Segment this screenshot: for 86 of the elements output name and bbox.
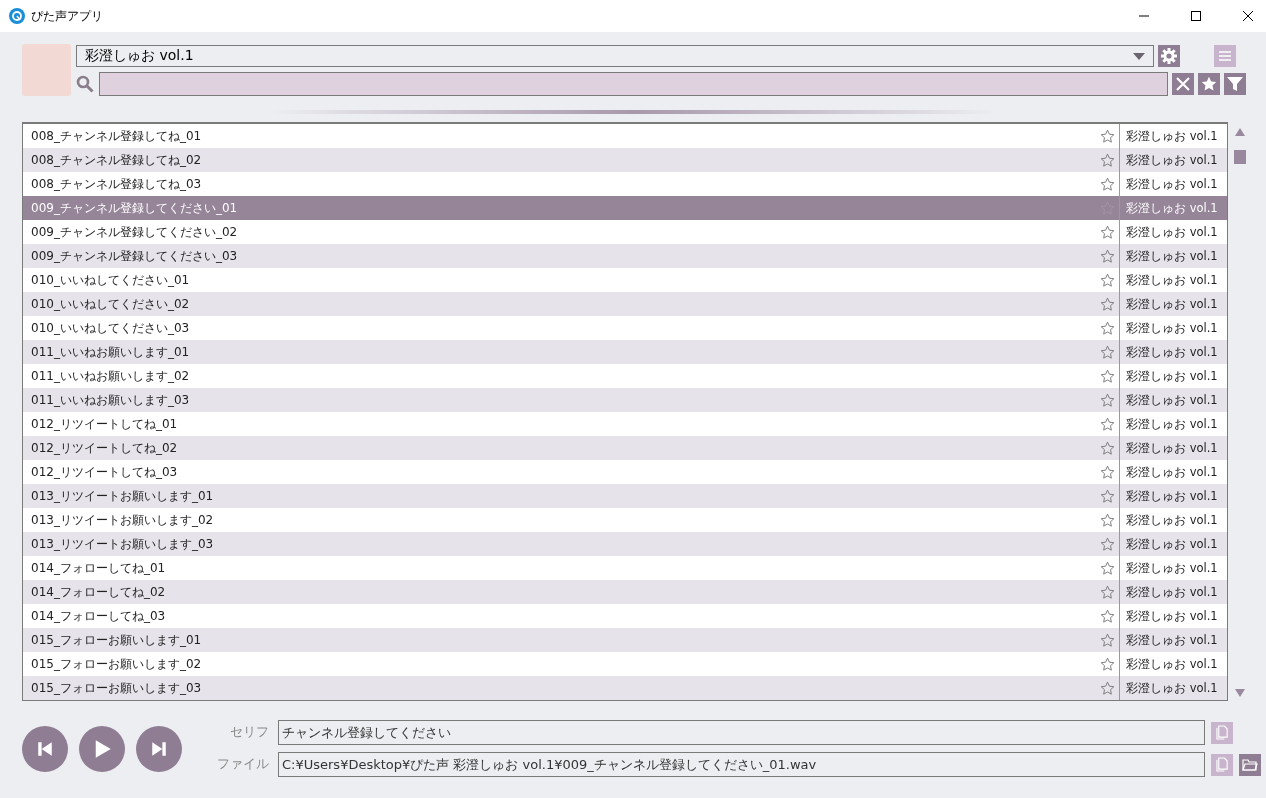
row-name: 009_チャンネル登録してください_01 <box>30 199 239 217</box>
star-icon[interactable] <box>1100 536 1115 552</box>
list-row[interactable]: 013_リツイートお願いします_03 彩澄しゅお vol.1 <box>23 532 1227 556</box>
next-button[interactable] <box>136 725 182 772</box>
star-icon[interactable] <box>1100 128 1115 144</box>
text-field[interactable]: C:¥Users¥Desktop¥ぴた声 彩澄しゅお vol.1¥009_チャンネル登録してください_01.wav <box>278 752 1205 777</box>
star-icon[interactable] <box>1100 440 1115 456</box>
settings-button[interactable] <box>1158 45 1180 67</box>
scroll-up-icon[interactable] <box>1235 128 1245 136</box>
maximize-icon[interactable] <box>1190 10 1202 22</box>
row-name: 009_チャンネル登録してください_03 <box>30 247 239 265</box>
row-name: 013_リツイートお願いします_01 <box>30 487 215 505</box>
row-name: 011_いいねお願いします_02 <box>30 367 191 385</box>
caret-icon <box>1133 52 1145 60</box>
row-name: 009_チャンネル登録してください_02 <box>30 223 239 241</box>
row-name: 015_フォローお願いします_01 <box>30 631 203 649</box>
folder-button[interactable] <box>1239 753 1261 776</box>
row-name: 010_いいねしてください_02 <box>30 295 191 313</box>
list-row[interactable]: 011_いいねお願いします_03 彩澄しゅお vol.1 <box>23 388 1227 412</box>
app-icon <box>9 8 25 24</box>
star-icon[interactable] <box>1100 152 1115 168</box>
star-icon[interactable] <box>1100 344 1115 360</box>
list-row[interactable]: 009_チャンネル登録してください_03 彩澄しゅお vol.1 <box>23 244 1227 268</box>
star-icon[interactable] <box>1100 368 1115 384</box>
row-name: 010_いいねしてください_03 <box>30 319 191 337</box>
row-name: 012_リツイートしてね_01 <box>30 415 179 433</box>
row-name: 008_チャンネル登録してね_03 <box>30 175 203 193</box>
skip-forward-icon <box>150 739 168 758</box>
row-name: 010_いいねしてください_01 <box>30 271 191 289</box>
star-icon[interactable] <box>1100 248 1115 264</box>
close-icon[interactable] <box>1242 10 1254 22</box>
star-icon[interactable] <box>1100 608 1115 624</box>
star-icon[interactable] <box>1100 416 1115 432</box>
list-row[interactable]: 011_いいねお願いします_01 彩澄しゅお vol.1 <box>23 340 1227 364</box>
scrollbar-thumb[interactable] <box>1234 150 1246 164</box>
search-field[interactable] <box>99 72 1168 96</box>
star-icon[interactable] <box>1100 512 1115 528</box>
row-name: 014_フォローしてね_02 <box>30 583 167 601</box>
clear-button[interactable] <box>1172 73 1194 95</box>
star-icon[interactable] <box>1100 272 1115 288</box>
row-name: 013_リツイートお願いします_02 <box>30 511 215 529</box>
row-name: 012_リツイートしてね_02 <box>30 439 179 457</box>
row-name: 008_チャンネル登録してね_01 <box>30 127 203 145</box>
star-icon[interactable] <box>1100 656 1115 672</box>
list-row[interactable]: 015_フォローお願いします_01 彩澄しゅお vol.1 <box>23 628 1227 652</box>
row-source: 彩澄しゅお vol.1 <box>1119 676 1227 700</box>
star-icon[interactable] <box>1100 584 1115 600</box>
star-icon[interactable] <box>1100 464 1115 480</box>
field-label: セリフ <box>229 724 269 741</box>
play-button[interactable] <box>79 725 125 772</box>
list-row[interactable]: 012_リツイートしてね_02 彩澄しゅお vol.1 <box>23 436 1227 460</box>
list-row[interactable]: 010_いいねしてください_02 彩澄しゅお vol.1 <box>23 292 1227 316</box>
scroll-down-icon[interactable] <box>1235 689 1245 697</box>
row-name: 013_リツイートお願いします_03 <box>30 535 215 553</box>
list-row[interactable]: 008_チャンネル登録してね_02 彩澄しゅお vol.1 <box>23 148 1227 172</box>
text-field[interactable]: チャンネル登録してください <box>278 720 1205 745</box>
row-name: 015_フォローお願いします_03 <box>30 679 203 697</box>
row-name: 014_フォローしてね_03 <box>30 607 167 625</box>
filter-button[interactable] <box>1224 73 1246 95</box>
favorites-button[interactable] <box>1198 73 1220 95</box>
menu-icon <box>1218 50 1232 62</box>
star-icon[interactable] <box>1100 392 1115 408</box>
window-title: ぴた声アプリ <box>31 7 103 25</box>
field-label: ファイル <box>216 756 269 773</box>
star-icon[interactable] <box>1100 488 1115 504</box>
avatar-placeholder <box>22 44 71 96</box>
row-name: 011_いいねお願いします_03 <box>30 391 191 409</box>
list-row[interactable]: 015_フォローお願いします_03 彩澄しゅお vol.1 <box>23 676 1227 700</box>
star-icon[interactable] <box>1100 632 1115 648</box>
row-name: 014_フォローしてね_01 <box>30 559 167 577</box>
row-name: 015_フォローお願いします_02 <box>30 655 203 673</box>
row-name: 008_チャンネル登録してね_02 <box>30 151 203 169</box>
row-name: 012_リツイートしてね_03 <box>30 463 179 481</box>
previous-button[interactable] <box>22 725 68 772</box>
star-icon[interactable] <box>1100 176 1115 192</box>
list-row[interactable]: 013_リツイートお願いします_01 彩澄しゅお vol.1 <box>23 484 1227 508</box>
star-icon[interactable] <box>1100 296 1115 312</box>
search-icon <box>76 75 94 93</box>
star-icon[interactable] <box>1100 560 1115 576</box>
star-icon[interactable] <box>1100 224 1115 240</box>
skip-back-icon <box>36 739 54 758</box>
voice-dropdown[interactable]: 彩澄しゅお vol.1 <box>76 45 1154 67</box>
list-row[interactable]: 014_フォローしてね_02 彩澄しゅお vol.1 <box>23 580 1227 604</box>
star-icon[interactable] <box>1100 680 1115 696</box>
row-name: 011_いいねお願いします_01 <box>30 343 191 361</box>
star-icon[interactable] <box>1100 320 1115 336</box>
